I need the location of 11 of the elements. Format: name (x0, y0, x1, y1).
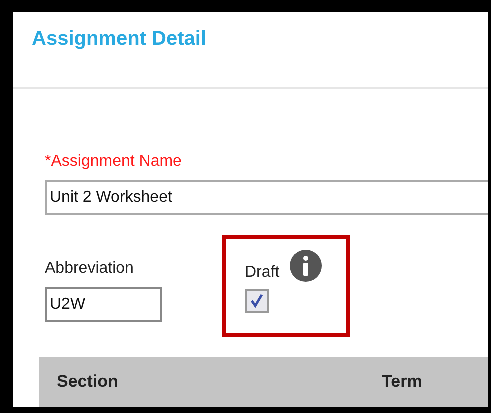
draft-checkbox[interactable] (245, 289, 269, 313)
page-title: Assignment Detail (32, 28, 206, 51)
field-label: *Assignment Name (45, 152, 183, 171)
field-label: Abbreviation (45, 259, 135, 278)
input-field[interactable]: U2W (45, 287, 162, 322)
info-icon[interactable] (290, 250, 322, 282)
checkmark-icon (249, 293, 265, 309)
input-field[interactable]: Unit 2 Worksheet (45, 180, 488, 215)
column-header[interactable]: Section (39, 372, 364, 392)
column-header[interactable]: Term (364, 372, 484, 392)
field-label: Draft (245, 263, 280, 282)
